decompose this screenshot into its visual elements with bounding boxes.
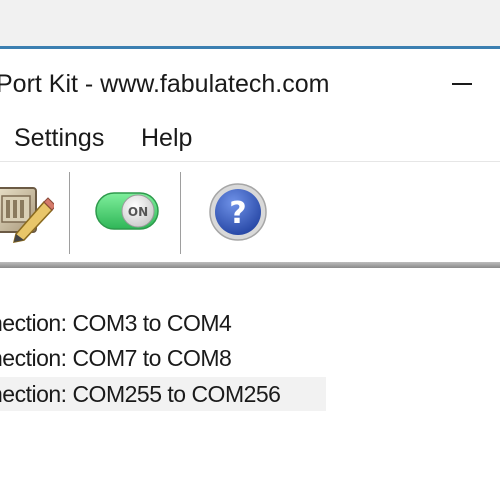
list-item[interactable]: nection: COM3 to COM4 <box>0 306 241 340</box>
connection-label: nection: COM255 to COM256 <box>0 381 281 407</box>
help-glyph: ? <box>229 196 246 231</box>
list-item-selected[interactable]: nection: COM255 to COM256 <box>0 377 326 411</box>
menu-settings[interactable]: Settings <box>14 124 104 153</box>
desktop-background <box>0 0 500 46</box>
menu-help[interactable]: Help <box>141 124 192 153</box>
on-toggle-icon: ON <box>95 192 159 230</box>
minimize-icon <box>452 83 472 85</box>
edit-device-button[interactable] <box>0 182 57 244</box>
help-icon: ? <box>209 183 267 241</box>
on-toggle-button[interactable]: ON <box>94 189 160 233</box>
toggle-label: ON <box>128 205 148 219</box>
port-kit-window: Port Kit - www.fabulatech.com Settings H… <box>0 0 500 500</box>
minimize-button[interactable] <box>440 60 486 106</box>
connection-label: nection: COM7 to COM8 <box>0 345 232 371</box>
help-button[interactable]: ? <box>208 182 268 242</box>
list-item[interactable]: nection: COM7 to COM8 <box>0 341 241 375</box>
window-title: Port Kit - www.fabulatech.com <box>0 70 330 98</box>
edit-device-icon <box>0 187 57 243</box>
connection-label: nection: COM3 to COM4 <box>0 310 232 336</box>
toolbar-separator <box>180 172 181 254</box>
toolbar-separator <box>69 172 70 254</box>
